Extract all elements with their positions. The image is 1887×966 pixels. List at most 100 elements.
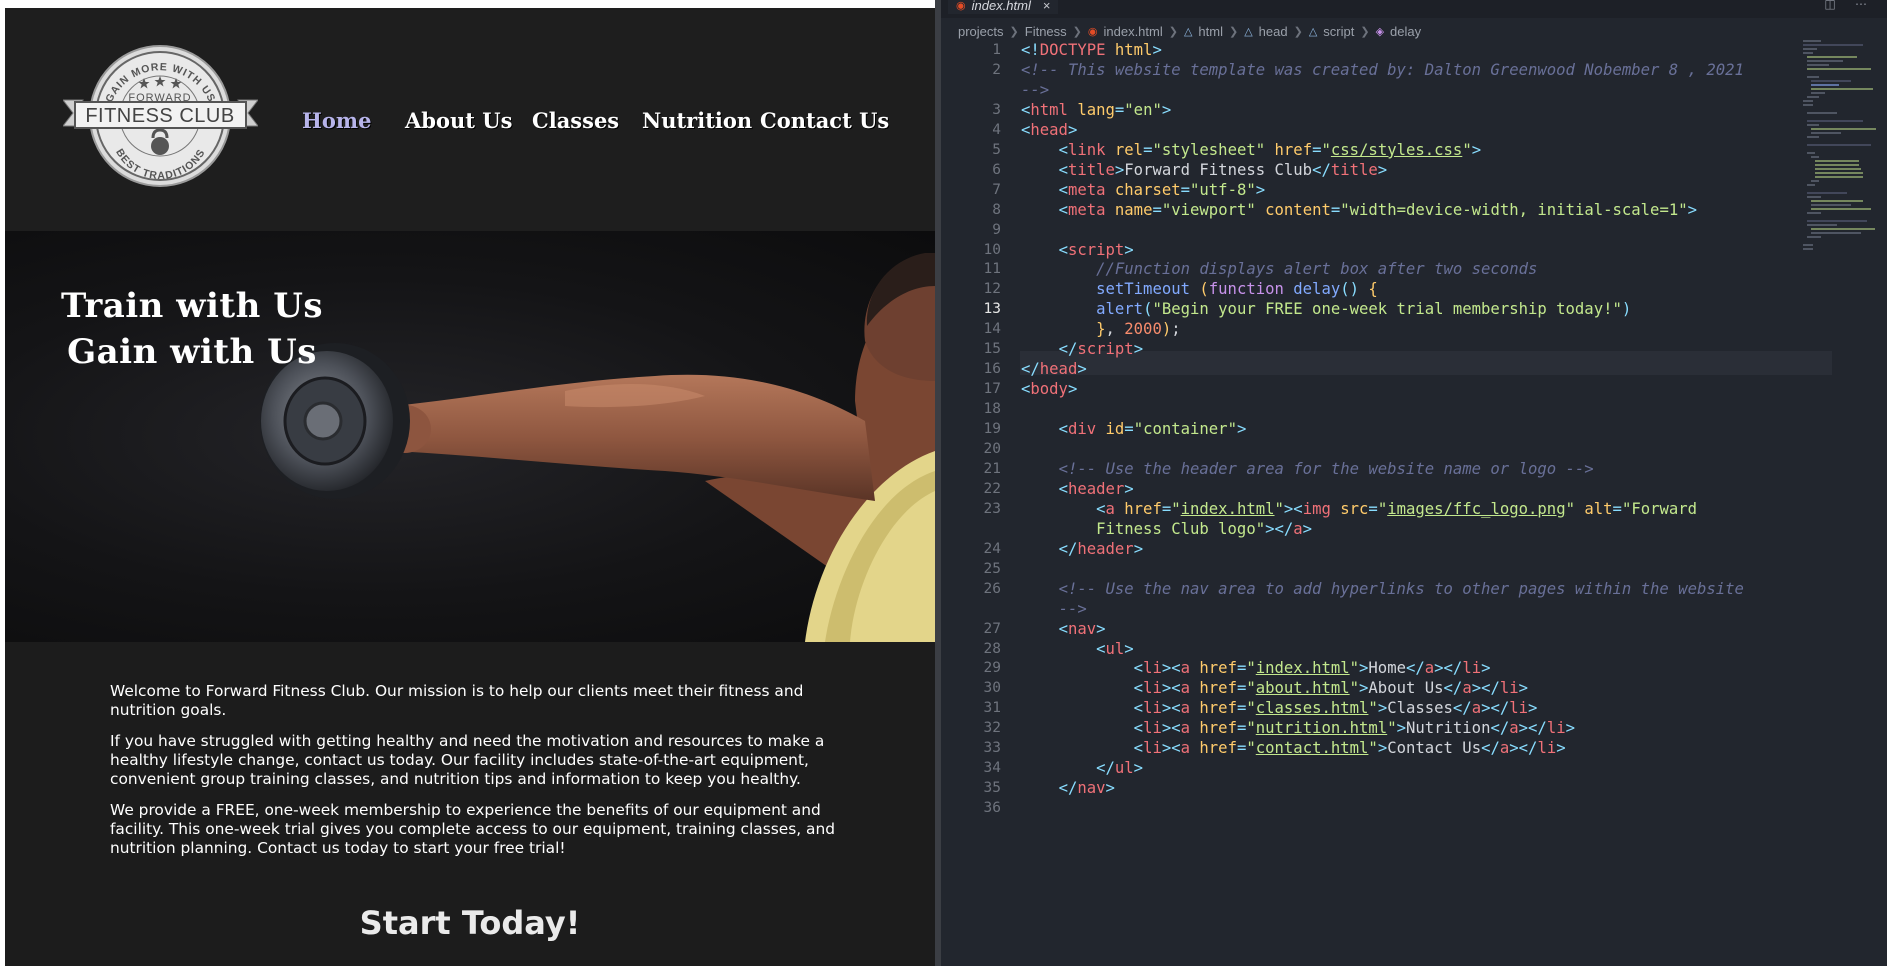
fitness-club-logo[interactable]: GAIN MORE WITH US BEST TRADITIONS FORWAR… bbox=[63, 38, 258, 193]
nav-nutrition-link[interactable]: Nutrition bbox=[642, 108, 752, 133]
nav-classes-link[interactable]: Classes bbox=[532, 108, 619, 133]
close-icon[interactable]: × bbox=[1043, 0, 1051, 13]
hero-line-1: Train with Us bbox=[61, 286, 323, 326]
code-token: name bbox=[1114, 200, 1153, 219]
code-token: = bbox=[1368, 499, 1378, 518]
code-token: () bbox=[1340, 280, 1360, 299]
main-content: Welcome to Forward Fitness Club. Our mis… bbox=[110, 682, 835, 870]
code-token: " bbox=[1246, 719, 1256, 738]
code-token: = bbox=[1152, 200, 1162, 219]
line-number: 14 bbox=[983, 321, 1001, 338]
code-token: "width=device-width, initial-scale=1" bbox=[1340, 200, 1688, 219]
minimap[interactable] bbox=[1801, 38, 1881, 278]
code-token: < bbox=[1021, 380, 1031, 399]
code-line[interactable]: </nav> bbox=[1021, 776, 1115, 800]
code-token: < bbox=[1058, 479, 1068, 498]
code-token: > bbox=[1124, 479, 1134, 498]
code-token: a bbox=[1499, 739, 1510, 758]
code-token: head bbox=[1039, 360, 1078, 379]
code-token: <! bbox=[1021, 41, 1040, 59]
tab-index-html[interactable]: ◉ index.html × bbox=[948, 0, 1059, 14]
breadcrumb-script[interactable]: script bbox=[1323, 24, 1354, 39]
code-token: ; bbox=[1171, 320, 1181, 339]
html5-icon: ◉ bbox=[1087, 25, 1098, 38]
code-token: >< bbox=[1161, 719, 1181, 738]
nav-contact-link[interactable]: Contact Us bbox=[760, 108, 889, 133]
line-number: 8 bbox=[992, 201, 1001, 218]
line-number: 19 bbox=[983, 421, 1001, 438]
breadcrumb-file[interactable]: index.html bbox=[1103, 24, 1162, 39]
code-token: "en" bbox=[1124, 100, 1162, 119]
code-token: </ bbox=[1058, 340, 1078, 359]
code-token: < bbox=[1058, 180, 1068, 199]
breadcrumb-fitness[interactable]: Fitness bbox=[1025, 24, 1067, 39]
element-icon: △ bbox=[1183, 25, 1193, 38]
code-token: </ bbox=[1058, 539, 1078, 558]
variable-icon: ◈ bbox=[1375, 25, 1385, 38]
code-token: " bbox=[1462, 140, 1472, 159]
code-token: = bbox=[1330, 200, 1341, 219]
start-today-heading: Start Today! bbox=[359, 904, 581, 942]
code-token: < bbox=[1133, 719, 1144, 738]
code-line[interactable]: <meta name="viewport" content="width=dev… bbox=[1021, 198, 1697, 222]
nav-home-link[interactable]: Home bbox=[302, 108, 371, 133]
code-token: > bbox=[1124, 639, 1134, 658]
code-line[interactable]: <!-- Use the nav area to add hyperlinks … bbox=[1021, 577, 1744, 601]
code-token: = bbox=[1236, 719, 1247, 738]
code-token: < bbox=[1021, 100, 1031, 119]
editor-tab-bar: ◉ index.html × ◫ ⋯ bbox=[941, 0, 1887, 18]
hero-banner: Train with Us Gain with Us bbox=[5, 231, 935, 642]
breadcrumb-head[interactable]: head bbox=[1259, 24, 1288, 39]
code-token: < bbox=[1096, 499, 1106, 518]
line-number: 12 bbox=[983, 281, 1001, 298]
code-token: a bbox=[1462, 679, 1472, 698]
code-token: header bbox=[1067, 479, 1125, 498]
code-token: " bbox=[1171, 499, 1181, 518]
code-token: >< bbox=[1161, 659, 1181, 678]
code-token: " bbox=[1246, 679, 1256, 698]
code-token: { bbox=[1368, 280, 1378, 299]
code-token: li bbox=[1462, 659, 1482, 678]
nav-about-link[interactable]: About Us bbox=[405, 108, 512, 133]
code-token: <!-- This website template was created b… bbox=[1021, 60, 1744, 79]
code-token: > bbox=[1565, 719, 1575, 738]
code-token: ( bbox=[1199, 280, 1209, 299]
code-token: < bbox=[1058, 240, 1068, 259]
breadcrumb-delay[interactable]: delay bbox=[1390, 24, 1421, 39]
code-token: a bbox=[1180, 719, 1191, 738]
code-token: </ bbox=[1481, 739, 1500, 758]
element-icon: △ bbox=[1308, 25, 1318, 38]
chevron-right-icon: ❯ bbox=[1072, 25, 1082, 38]
code-line[interactable]: <div id="container"> bbox=[1021, 417, 1247, 441]
code-line[interactable]: <!-- This website template was created b… bbox=[1021, 58, 1744, 82]
code-token: images/ffc_logo.png bbox=[1387, 499, 1566, 518]
line-number: 28 bbox=[983, 640, 1001, 657]
code-token: title bbox=[1067, 160, 1115, 179]
editor-scrollbar[interactable] bbox=[1876, 40, 1885, 966]
line-number: 21 bbox=[983, 460, 1001, 477]
code-token: alt bbox=[1584, 499, 1613, 518]
code-line[interactable]: </header> bbox=[1021, 537, 1144, 561]
code-token: img bbox=[1302, 499, 1331, 518]
code-token: < bbox=[1133, 679, 1144, 698]
code-token: > bbox=[1481, 659, 1491, 678]
breadcrumb-html[interactable]: html bbox=[1198, 24, 1223, 39]
code-token: ></ bbox=[1434, 659, 1463, 678]
code-token: lang bbox=[1077, 100, 1115, 119]
code-token: > bbox=[1359, 679, 1369, 698]
code-token: <!-- Use the nav area to add hyperlinks … bbox=[1058, 579, 1744, 598]
code-line[interactable]: <body> bbox=[1021, 377, 1077, 401]
code-token: Nutrition bbox=[1405, 719, 1491, 738]
line-number: 29 bbox=[983, 660, 1001, 677]
breadcrumb-projects[interactable]: projects bbox=[958, 24, 1004, 39]
line-number: 13 bbox=[983, 301, 1001, 318]
split-editor-icon[interactable]: ◫ ⋯ bbox=[1824, 0, 1875, 11]
line-number: 1 bbox=[992, 42, 1001, 58]
